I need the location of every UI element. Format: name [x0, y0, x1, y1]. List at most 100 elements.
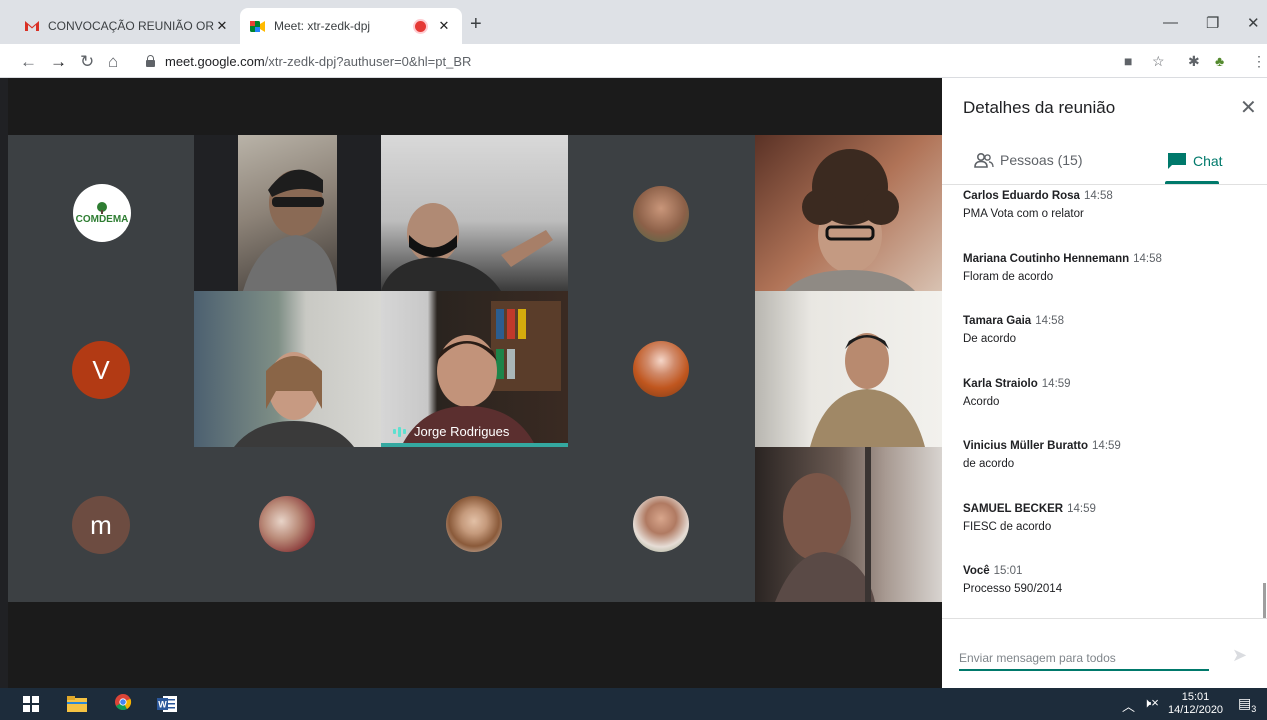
close-tab-icon[interactable]: ✕	[214, 18, 230, 34]
panel-title: Detalhes da reunião	[963, 98, 1116, 117]
tab-people-label: Pessoas (15)	[1000, 152, 1083, 168]
tab-chat-label: Chat	[1193, 153, 1223, 169]
close-window-icon[interactable]: ✕	[1247, 14, 1260, 32]
message-sender: Carlos Eduardo Rosa	[963, 190, 1080, 202]
close-panel-icon[interactable]: ✕	[1240, 95, 1257, 120]
participant-tile[interactable]	[568, 135, 755, 291]
svg-text:W: W	[158, 700, 167, 710]
restore-icon[interactable]: ❐	[1206, 14, 1219, 32]
chrome-icon[interactable]	[113, 694, 133, 710]
participant-tile[interactable]	[568, 447, 755, 602]
participant-video[interactable]	[238, 135, 337, 291]
message-time: 14:59	[1067, 502, 1096, 515]
tab-title: Meet: xtr-zedk-dpj	[274, 19, 371, 33]
speaker-name-tag: Jorge Rodrigues	[393, 424, 509, 439]
comdema-logo-avatar: COMDEMA	[73, 184, 131, 242]
message-sender: Karla Straiolo	[963, 377, 1038, 390]
chat-message: Karla Straiolo 14:59 Acordo	[963, 378, 1243, 441]
message-text: PMA Vota com o relator	[963, 208, 1084, 220]
tab-gmail[interactable]: CONVOCAÇÃO REUNIÃO ORDIN ✕	[14, 8, 240, 44]
message-text: Acordo	[963, 395, 1000, 408]
extensions-icon[interactable]: ✱	[1188, 53, 1200, 70]
message-sender: Tamara Gaia	[963, 315, 1032, 327]
close-tab-icon[interactable]: ✕	[436, 18, 452, 34]
taskbar-clock[interactable]: 15:01 14/12/2020	[1168, 691, 1223, 717]
participant-video[interactable]	[194, 291, 381, 447]
message-time: 14:59	[1092, 440, 1121, 452]
message-time: 15:01	[993, 565, 1023, 577]
message-time: 14:58	[1035, 315, 1064, 327]
minimize-icon[interactable]: —	[1163, 14, 1178, 31]
forward-icon[interactable]: →	[50, 52, 67, 72]
tray-chevron-icon[interactable]: ︿	[1122, 696, 1135, 715]
participant-tile[interactable]	[194, 447, 381, 602]
participant-tile[interactable]: COMDEMA	[8, 135, 194, 291]
participant-photo-avatar	[633, 496, 689, 552]
chat-message-header: SAMUEL BECKER 14:59	[963, 503, 1243, 515]
chat-message-header: Você 15:01	[963, 565, 1243, 577]
chat-message-header: Carlos Eduardo Rosa 14:58	[963, 190, 1243, 202]
windows-start-icon[interactable]	[23, 696, 39, 712]
participant-video[interactable]	[755, 135, 942, 291]
notification-count: 3	[1251, 703, 1257, 714]
camera-icon[interactable]: ■	[1124, 53, 1132, 69]
tab-title: CONVOCAÇÃO REUNIÃO ORDIN	[48, 19, 214, 33]
chat-scrollbar[interactable]	[1263, 583, 1266, 619]
chat-message: SAMUEL BECKER 14:59 FIESC de acordo	[963, 503, 1243, 566]
speaking-indicator-icon	[393, 426, 406, 437]
participant-tile[interactable]	[381, 447, 568, 602]
message-text: Processo 590/2014	[963, 583, 1063, 595]
notifications-icon[interactable]: ▤3	[1238, 695, 1256, 714]
message-sender: Você	[963, 565, 990, 577]
participant-video[interactable]	[381, 135, 568, 291]
chat-message-header: Vinicius Müller Buratto 14:59	[963, 440, 1243, 452]
participant-photo-avatar	[633, 341, 689, 397]
chat-message-header: Karla Straiolo 14:59	[963, 378, 1243, 390]
participant-silhouette	[381, 203, 553, 291]
participant-silhouette	[243, 169, 337, 291]
volume-muted-icon[interactable]: 🕨×	[1143, 695, 1159, 711]
back-icon[interactable]: ←	[20, 52, 37, 72]
chat-message: Vinicius Müller Buratto 14:59 de acordo	[963, 440, 1243, 503]
chat-message-input[interactable]: Enviar mensagem para todos	[959, 647, 1209, 671]
reload-icon[interactable]: ↻	[80, 52, 94, 72]
word-icon[interactable]: W	[157, 696, 177, 712]
star-icon[interactable]: ☆	[1152, 53, 1165, 70]
windows-taskbar: W ︿ 🕨× 15:01 14/12/2020 ▤3	[0, 688, 1267, 720]
gmail-icon	[24, 20, 40, 33]
participant-photo-avatar	[259, 496, 315, 552]
chat-icon	[1168, 153, 1186, 169]
participant-tile[interactable]	[568, 291, 755, 447]
message-sender: SAMUEL BECKER	[963, 502, 1064, 515]
meeting-details-panel: Detalhes da reunião ✕ Pessoas (15) Chat …	[942, 78, 1267, 688]
message-sender: Vinicius Müller Buratto	[963, 440, 1089, 452]
speaker-name: Jorge Rodrigues	[414, 424, 510, 439]
participant-tile[interactable]: m	[8, 447, 194, 602]
message-text: de acordo	[963, 458, 1015, 470]
avatar-m: m	[72, 496, 130, 554]
new-tab-button[interactable]: +	[470, 13, 482, 36]
url-field[interactable]: meet.google.com/xtr-zedk-dpj?authuser=0&…	[140, 48, 1240, 74]
profile-icon[interactable]: ♣	[1215, 53, 1224, 69]
message-text: FIESC de acordo	[963, 520, 1052, 533]
tab-chat[interactable]: Chat	[1167, 152, 1223, 170]
chat-message-header: Tamara Gaia 14:58	[963, 315, 1243, 327]
tab-people[interactable]: Pessoas (15)	[974, 152, 1082, 168]
participant-video[interactable]	[755, 291, 942, 447]
participant-silhouette	[234, 352, 354, 447]
participant-tile[interactable]: V	[8, 291, 194, 447]
send-icon[interactable]: ➤	[1232, 645, 1247, 666]
recording-indicator-icon	[415, 20, 426, 32]
active-speaker-video[interactable]: Jorge Rodrigues	[381, 291, 568, 447]
menu-icon[interactable]: ⋮	[1252, 53, 1266, 70]
participant-silhouette	[810, 333, 925, 447]
participant-silhouette	[775, 447, 875, 602]
file-explorer-icon[interactable]	[67, 696, 87, 712]
clock-time: 15:01	[1181, 691, 1210, 703]
avatar-v: V	[72, 341, 130, 399]
tab-meet[interactable]: Meet: xtr-zedk-dpj ✕	[240, 8, 462, 44]
participant-silhouette	[785, 149, 915, 291]
participant-photo-avatar	[446, 496, 502, 552]
home-icon[interactable]: ⌂	[108, 52, 118, 72]
participant-video[interactable]	[755, 447, 942, 602]
